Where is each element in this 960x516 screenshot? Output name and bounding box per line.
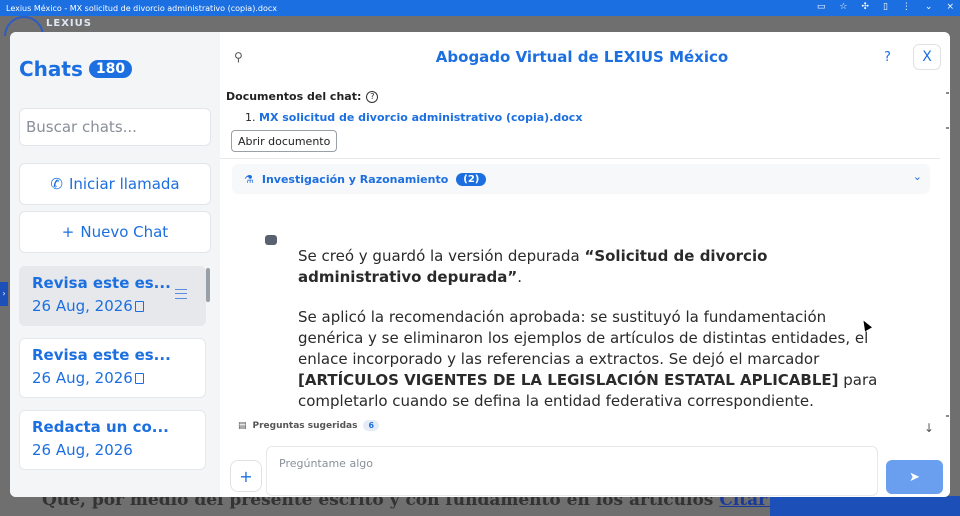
window-title: Lexius México - MX solicitud de divorcio… bbox=[6, 3, 277, 13]
research-accordion[interactable]: ⚗ Investigación y Razonamiento (2) ⌄ bbox=[232, 164, 930, 194]
divider bbox=[220, 158, 940, 159]
search-chats-input[interactable]: Buscar chats... bbox=[19, 108, 211, 146]
new-chat-label: Nuevo Chat bbox=[80, 223, 169, 241]
chat-modal: Chats 180 Buscar chats... ✆ Iniciar llam… bbox=[10, 32, 950, 497]
chat-list-item[interactable]: Revisa este es... 26 Aug, 2026 bbox=[19, 338, 206, 398]
edge-expand-icon[interactable]: › bbox=[0, 282, 8, 306]
research-label: Investigación y Razonamiento bbox=[261, 172, 449, 186]
open-document-button[interactable]: Abrir documento bbox=[231, 130, 338, 152]
chat-item-title: Redacta un co... bbox=[32, 418, 169, 436]
message-text: Se creó y guardó la versión depurada bbox=[298, 247, 585, 265]
documents-label: Documentos del chat: bbox=[226, 90, 362, 103]
document-icon: ▤ bbox=[238, 420, 247, 431]
window-close-icon[interactable]: × bbox=[946, 2, 954, 12]
suggested-count-badge: 6 bbox=[363, 420, 380, 431]
titlebar-icons: ▭ ☆ ✣ ▯ ⋮ ⌄ × bbox=[817, 2, 954, 12]
send-button[interactable]: ➤ bbox=[886, 460, 943, 494]
scroll-tick bbox=[946, 415, 949, 417]
chevron-down-icon[interactable]: ⌄ bbox=[913, 170, 922, 183]
suggested-label: Preguntas sugeridas bbox=[252, 420, 358, 431]
document-list-item: 1. MX solicitud de divorcio administrati… bbox=[245, 111, 582, 124]
document-link[interactable]: MX solicitud de divorcio administrativo … bbox=[259, 111, 582, 124]
bot-avatar-icon bbox=[265, 235, 277, 245]
plus-icon: + bbox=[239, 466, 253, 486]
background-blue-bar bbox=[770, 496, 960, 516]
more-icon[interactable]: ⋮ bbox=[902, 2, 911, 12]
chat-list-item[interactable]: Redacta un co... 26 Aug, 2026 bbox=[19, 410, 206, 470]
chat-main-panel: ⚲ Abogado Virtual de LEXIUS México ? X D… bbox=[220, 32, 950, 497]
extensions-icon[interactable]: ✣ bbox=[861, 2, 869, 12]
chat-item-title: Revisa este es... bbox=[32, 274, 171, 292]
star-icon[interactable]: ☆ bbox=[839, 2, 847, 12]
start-call-button[interactable]: ✆ Iniciar llamada bbox=[19, 163, 211, 205]
help-icon[interactable]: ? bbox=[884, 50, 891, 65]
chat-item-date: 26 Aug, 2026 bbox=[32, 297, 133, 315]
arrow-down-icon[interactable]: ↓ bbox=[924, 421, 934, 435]
chat-item-date-row: 26 Aug, 2026 bbox=[32, 297, 193, 315]
attach-button[interactable]: + bbox=[230, 460, 262, 492]
research-count-badge: (2) bbox=[456, 172, 487, 186]
flask-icon: ⚗ bbox=[244, 172, 254, 186]
document-index: 1. bbox=[245, 111, 256, 124]
page-title: Abogado Virtual de LEXIUS México bbox=[435, 48, 729, 66]
message-text: . bbox=[517, 268, 523, 286]
chat-item-date: 26 Aug, 2026 bbox=[32, 369, 133, 387]
plus-icon: + bbox=[61, 223, 75, 241]
question-circle-icon[interactable]: ? bbox=[366, 90, 379, 103]
message-paragraph-1: Se creó y guardó la versión depurada “So… bbox=[298, 246, 878, 288]
chat-item-title: Revisa este es... bbox=[32, 346, 171, 364]
message-area: Se creó y guardó la versión depurada “So… bbox=[220, 222, 944, 444]
close-button[interactable]: X bbox=[913, 44, 941, 70]
window-titlebar: Lexius México - MX solicitud de divorcio… bbox=[0, 0, 960, 16]
document-icon bbox=[134, 372, 144, 384]
message-input[interactable]: Pregúntame algo bbox=[266, 446, 878, 496]
chats-title: Chats bbox=[19, 57, 83, 81]
chat-list-item[interactable]: Revisa este es... 26 Aug, 2026 bbox=[19, 266, 206, 326]
assistant-message: Se creó y guardó la versión depurada “So… bbox=[298, 246, 878, 431]
scroll-tick bbox=[946, 127, 949, 129]
chats-header: Chats 180 bbox=[19, 57, 133, 81]
start-call-label: Iniciar llamada bbox=[68, 175, 180, 193]
chat-item-date: 26 Aug, 2026 bbox=[32, 441, 133, 459]
message-paragraph-2: Se aplicó la recomendación aprobada: se … bbox=[298, 307, 878, 412]
chats-count-badge: 180 bbox=[88, 60, 133, 78]
new-chat-button[interactable]: + Nuevo Chat bbox=[19, 211, 211, 253]
phone-icon: ✆ bbox=[50, 175, 63, 193]
menu-icon[interactable] bbox=[175, 289, 187, 299]
window-icon-1[interactable]: ▭ bbox=[817, 2, 826, 12]
message-bold-text: [ARTÍCULOS VIGENTES DE LA LEGISLACIÓN ES… bbox=[298, 371, 839, 389]
chat-item-date-row: 26 Aug, 2026 bbox=[32, 441, 193, 459]
document-icon bbox=[134, 300, 144, 312]
scroll-tick bbox=[946, 92, 949, 94]
sidebar-icon[interactable]: ▯ bbox=[883, 2, 888, 12]
chat-sidebar: Chats 180 Buscar chats... ✆ Iniciar llam… bbox=[10, 32, 220, 497]
send-icon: ➤ bbox=[909, 469, 920, 485]
documents-label-row: Documentos del chat: ? bbox=[226, 90, 379, 103]
minimize-icon[interactable]: ⌄ bbox=[925, 2, 933, 12]
message-text: Se aplicó la recomendación aprobada: se … bbox=[298, 308, 869, 368]
sidebar-scrollbar[interactable] bbox=[206, 268, 210, 302]
background-brand: LEXIUS bbox=[46, 18, 92, 29]
suggested-questions[interactable]: ▤ Preguntas sugeridas 6 bbox=[238, 420, 380, 431]
chat-item-date-row: 26 Aug, 2026 bbox=[32, 369, 193, 387]
